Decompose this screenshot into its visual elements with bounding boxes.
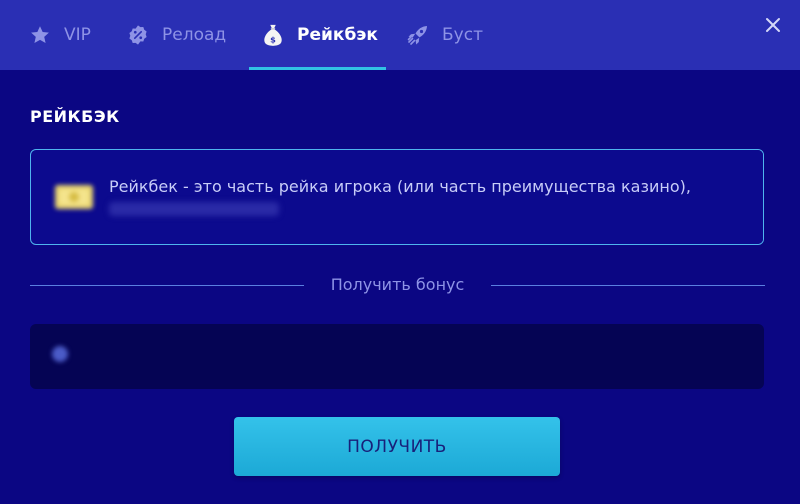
- coin-icon: [53, 182, 95, 212]
- tab-reload[interactable]: Релоад: [126, 0, 226, 70]
- tab-label: Рейкбэк: [297, 25, 378, 45]
- star-icon: [28, 23, 52, 47]
- tab-label: Буст: [442, 25, 483, 45]
- rocket-icon: [406, 23, 430, 47]
- section-title: РЕЙКБЭК: [30, 107, 120, 126]
- close-icon: [766, 18, 780, 32]
- tab-vip[interactable]: VIP: [28, 0, 91, 70]
- tab-label: Релоад: [162, 25, 227, 45]
- text-fade: [723, 150, 763, 244]
- divider-left: [30, 285, 304, 286]
- divider-right: [491, 285, 765, 286]
- rakeback-description: Рейкбек - это часть рейка игрока (или ча…: [109, 177, 691, 196]
- rakeback-modal: VIP Релоад $ Рейкбэк Буст РЕЙКБЭК Рейкбе…: [0, 0, 800, 504]
- rakeback-description-continued: [109, 202, 279, 216]
- tab-rakeback[interactable]: $ Рейкбэк: [261, 0, 378, 70]
- tab-bar: VIP Релоад $ Рейкбэк Буст: [0, 0, 800, 70]
- get-bonus-label: Получить бонус: [330, 275, 465, 294]
- money-bag-icon: $: [261, 23, 285, 47]
- bonus-currency-icon: [52, 346, 68, 362]
- bonus-amount-field: [30, 324, 764, 389]
- svg-text:$: $: [270, 34, 276, 44]
- claim-button[interactable]: ПОЛУЧИТЬ: [234, 417, 560, 476]
- active-tab-indicator: [249, 67, 386, 70]
- rakeback-info-box: Рейкбек - это часть рейка игрока (или ча…: [30, 149, 764, 245]
- tab-label: VIP: [64, 25, 91, 45]
- tab-boost[interactable]: Буст: [406, 0, 483, 70]
- close-button[interactable]: [760, 12, 786, 38]
- percent-badge-icon: [126, 23, 150, 47]
